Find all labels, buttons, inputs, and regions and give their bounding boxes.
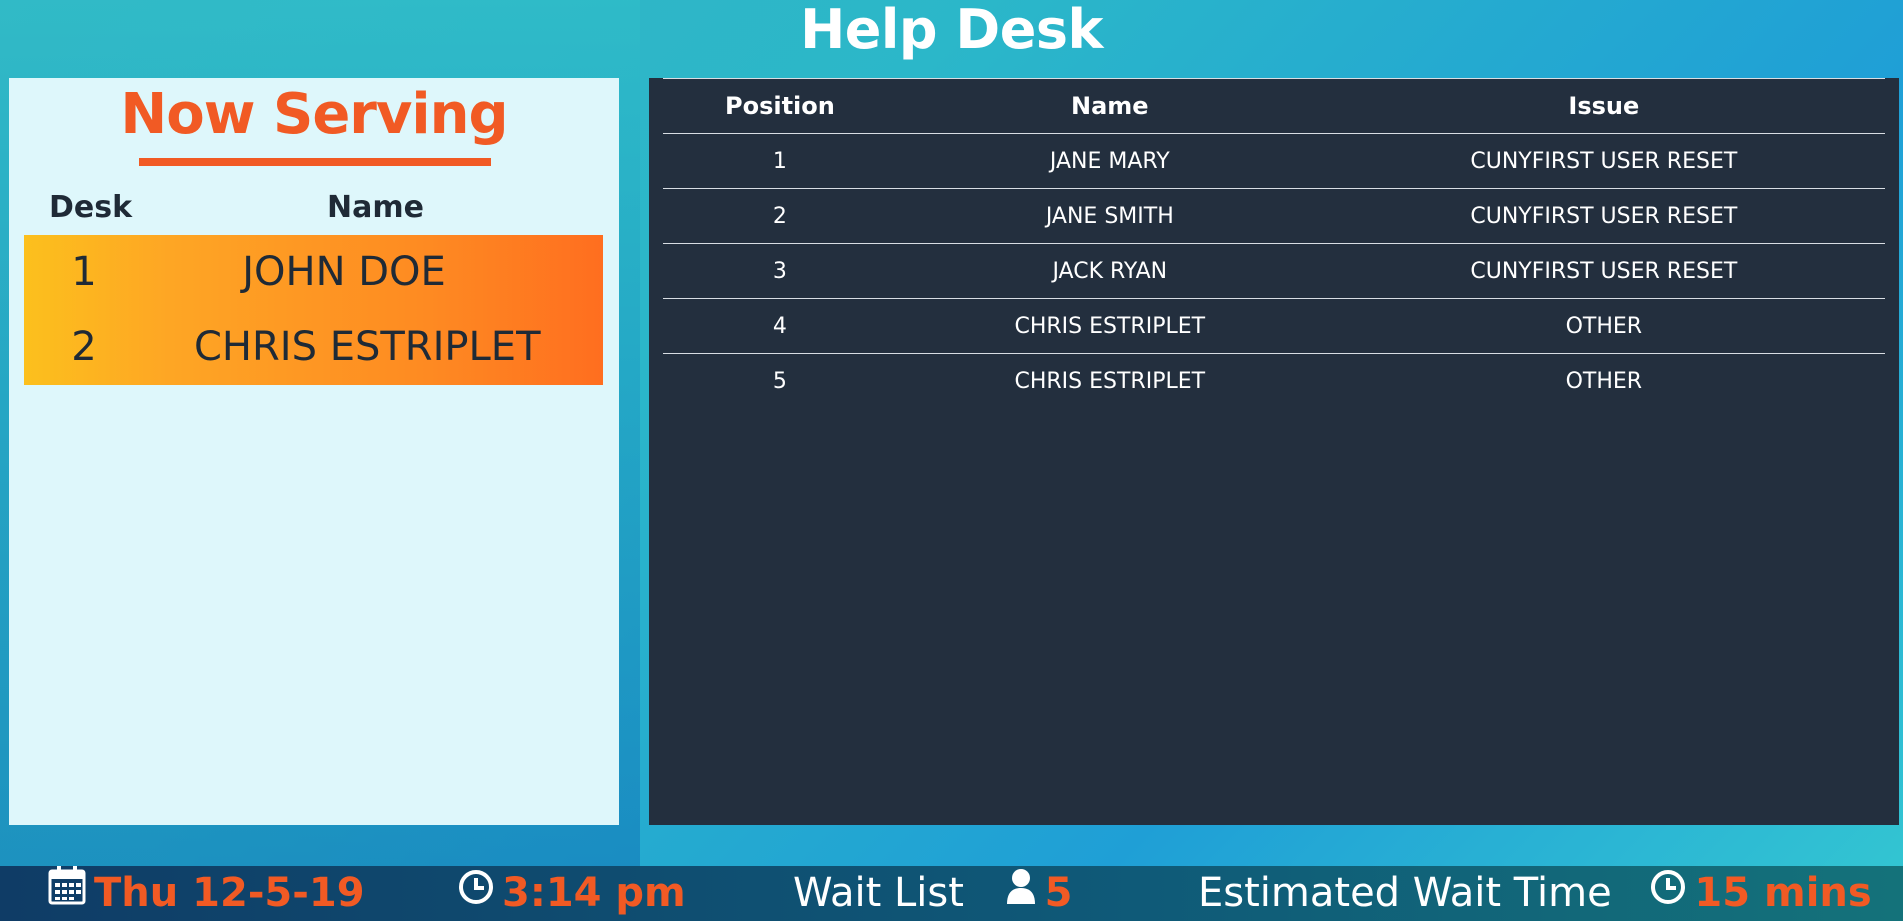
issue-cell: CUNYFIRST USER RESET (1322, 188, 1885, 244)
issue-column-header: Issue (1322, 78, 1885, 134)
queue-panel: Position Name Issue 1 JANE MARY CUNYFIRS… (649, 78, 1899, 825)
table-row: 5 CHRIS ESTRIPLET OTHER (663, 354, 1885, 409)
estimated-wait-display: Estimated Wait Time 15 mins (1198, 866, 1872, 921)
issue-cell: OTHER (1322, 298, 1885, 354)
queue-header-row: Position Name Issue (663, 78, 1885, 134)
now-serving-list: 1 JOHN DOE 2 CHRIS ESTRIPLET (24, 235, 603, 385)
position-cell: 3 (663, 243, 897, 299)
name-cell: JANE SMITH (896, 188, 1323, 244)
desk-number: 2 (71, 324, 97, 370)
issue-cell: CUNYFIRST USER RESET (1322, 133, 1885, 189)
wait-list-label: Wait List (793, 870, 964, 916)
now-serving-panel: Now Serving Desk Name 1 JOHN DOE 2 CHRIS… (9, 78, 619, 825)
customer-name: CHRIS ESTRIPLET (194, 324, 541, 370)
name-column-header: Name (896, 78, 1323, 134)
table-row: 4 CHRIS ESTRIPLET OTHER (663, 298, 1885, 354)
table-row: 1 JANE MARY CUNYFIRST USER RESET (663, 133, 1885, 189)
clock-icon (1650, 865, 1686, 920)
issue-cell: OTHER (1565, 368, 1643, 394)
time-display: 3:14 pm (458, 866, 686, 921)
clock-icon (458, 865, 494, 920)
desk-number: 1 (71, 249, 97, 295)
desk-column-header: Desk (49, 190, 133, 225)
position-column-header: Position (663, 78, 897, 134)
position-cell: 1 (663, 133, 897, 189)
estimated-wait-value: 15 mins (1694, 870, 1872, 916)
person-icon (1005, 865, 1037, 920)
table-row: 2 JANE SMITH CUNYFIRST USER RESET (663, 188, 1885, 244)
issue-cell: CUNYFIRST USER RESET (1322, 243, 1885, 299)
now-serving-title: Now Serving (120, 82, 508, 147)
position-cell: 4 (663, 298, 897, 354)
status-bar: Thu 12-5-19 3:14 pm Wait List 5 Estimate… (0, 865, 1903, 921)
time-value: 3:14 pm (502, 870, 686, 916)
table-row: 3 JACK RYAN CUNYFIRST USER RESET (663, 243, 1885, 299)
name-column-header: Name (327, 190, 424, 225)
name-cell: JACK RYAN (896, 243, 1323, 299)
position-cell: 5 (772, 368, 787, 394)
position-cell: 2 (663, 188, 897, 244)
wait-list-count: 5 (1044, 870, 1073, 916)
name-cell: CHRIS ESTRIPLET (896, 298, 1323, 354)
page-title: Help Desk (800, 0, 1103, 61)
calendar-icon (48, 865, 86, 920)
name-cell: JANE MARY (896, 133, 1323, 189)
date-value: Thu 12-5-19 (94, 870, 365, 916)
estimated-wait-label: Estimated Wait Time (1198, 870, 1612, 916)
queue-table: Position Name Issue 1 JANE MARY CUNYFIRS… (663, 78, 1885, 408)
now-serving-row: 2 CHRIS ESTRIPLET (24, 310, 603, 385)
name-cell: CHRIS ESTRIPLET (1014, 368, 1206, 394)
now-serving-row: 1 JOHN DOE (24, 235, 603, 310)
date-display: Thu 12-5-19 (48, 865, 365, 921)
customer-name: JOHN DOE (242, 249, 446, 295)
now-serving-underline (139, 158, 491, 166)
wait-list-display: Wait List 5 (793, 866, 1073, 921)
